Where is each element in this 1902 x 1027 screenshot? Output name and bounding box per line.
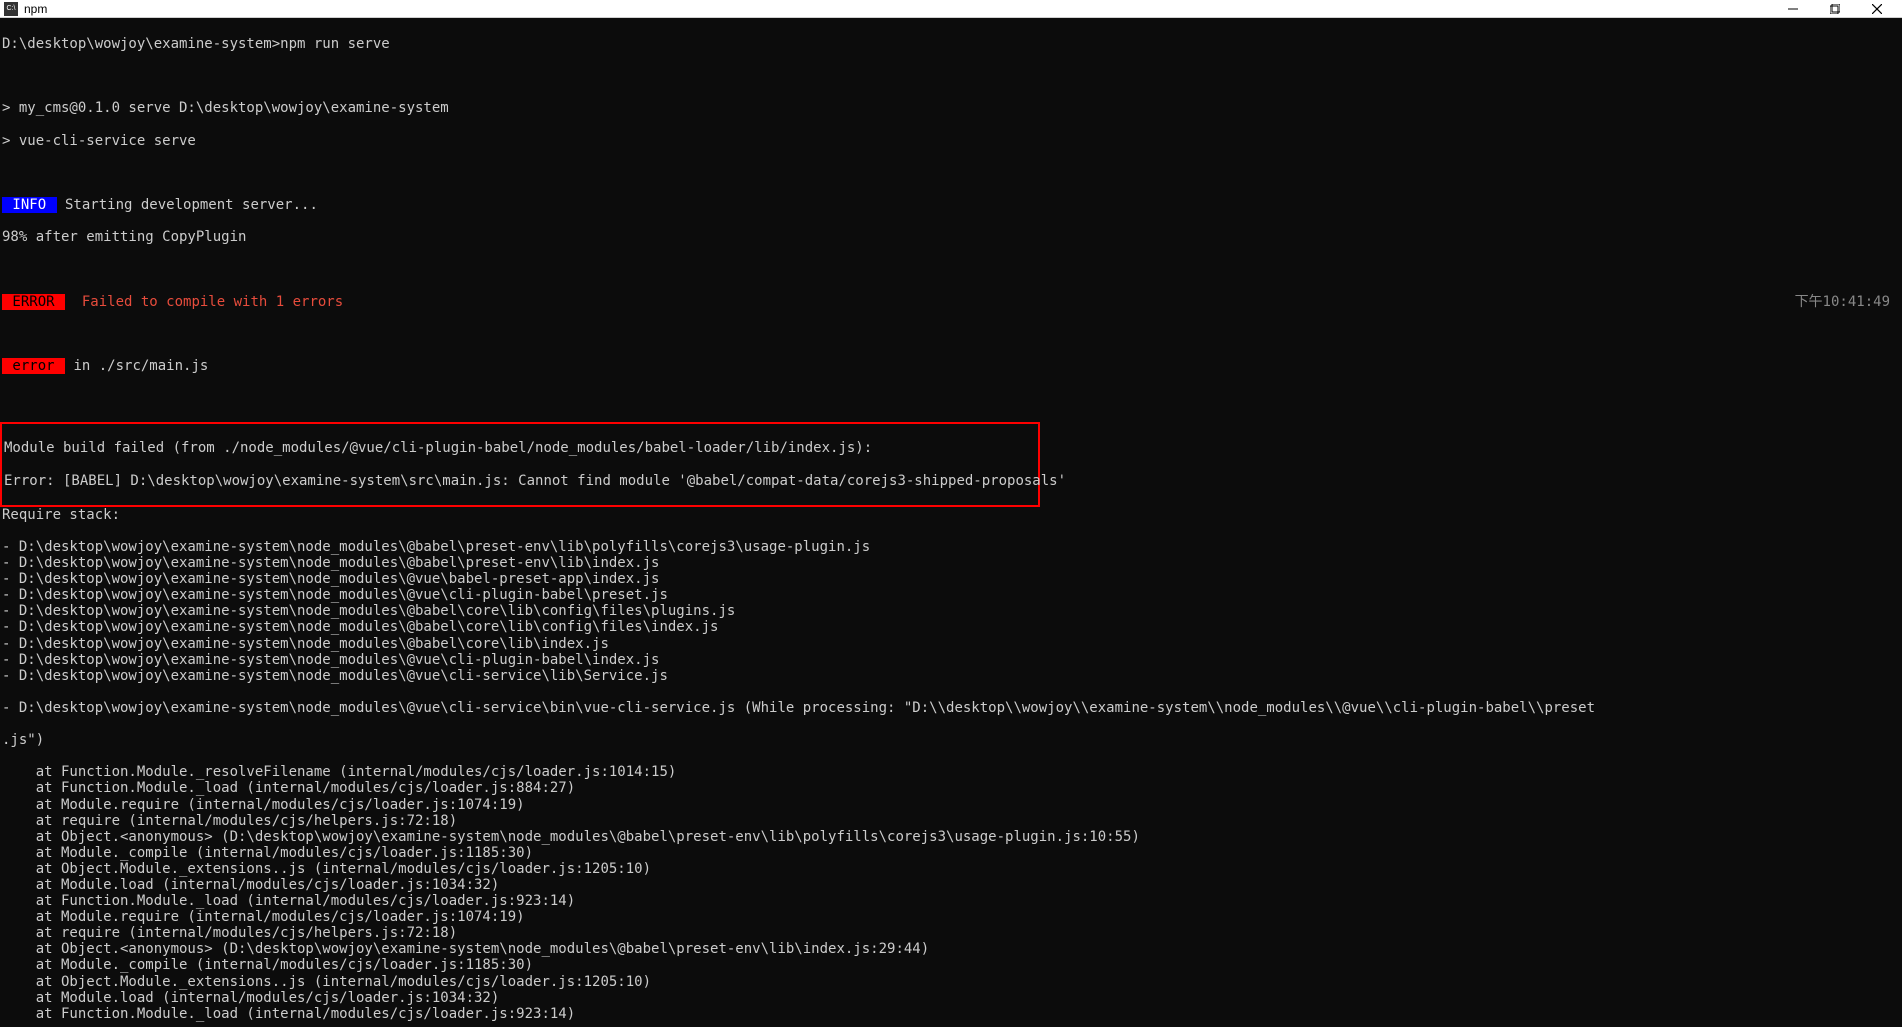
boxed-error-line: Module build failed (from ./node_modules… <box>4 440 1036 456</box>
trace-line: at Function.Module._resolveFilename (int… <box>0 764 1902 780</box>
trace-line: at Object.Module._extensions..js (intern… <box>0 861 1902 877</box>
close-icon <box>1872 4 1882 14</box>
stack-line: - D:\desktop\wowjoy\examine-system\node_… <box>0 587 1902 603</box>
boxed-error-line: Error: [BABEL] D:\desktop\wowjoy\examine… <box>4 473 1036 489</box>
stack-line: - D:\desktop\wowjoy\examine-system\node_… <box>0 700 1902 716</box>
output-line: > my_cms@0.1.0 serve D:\desktop\wowjoy\e… <box>0 100 1902 116</box>
window-controls <box>1778 1 1892 17</box>
stack-line: - D:\desktop\wowjoy\examine-system\node_… <box>0 571 1902 587</box>
error-file-text: in ./src/main.js <box>65 358 208 374</box>
trace-line: at Module.require (internal/modules/cjs/… <box>0 909 1902 925</box>
stack-line: .js") <box>0 732 1902 748</box>
trace-line: at Module.load (internal/modules/cjs/loa… <box>0 877 1902 893</box>
stack-trace-list: at Function.Module._resolveFilename (int… <box>0 764 1902 1022</box>
error-badge: ERROR <box>2 294 65 310</box>
terminal-output[interactable]: D:\desktop\wowjoy\examine-system>npm run… <box>0 18 1902 1027</box>
stack-line: - D:\desktop\wowjoy\examine-system\node_… <box>0 619 1902 635</box>
trace-line: at Object.<anonymous> (D:\desktop\wowjoy… <box>0 829 1902 845</box>
error-file-line: error in ./src/main.js <box>0 358 1902 374</box>
error-message: Failed to compile with 1 errors <box>65 294 343 310</box>
blank-line <box>0 165 1902 181</box>
stack-line: - D:\desktop\wowjoy\examine-system\node_… <box>0 555 1902 571</box>
blank-line <box>0 326 1902 342</box>
trace-line: at Function.Module._load (internal/modul… <box>0 780 1902 796</box>
trace-line: at Object.<anonymous> (D:\desktop\wowjoy… <box>0 941 1902 957</box>
stack-line: - D:\desktop\wowjoy\examine-system\node_… <box>0 652 1902 668</box>
window-title: npm <box>24 2 47 16</box>
blank-line <box>0 390 1902 406</box>
maximize-button[interactable] <box>1820 1 1850 17</box>
error-highlight-box: Module build failed (from ./node_modules… <box>0 422 1040 506</box>
error-badge: error <box>2 358 65 374</box>
window-titlebar: C:\ npm <box>0 0 1902 18</box>
stack-line: - D:\desktop\wowjoy\examine-system\node_… <box>0 603 1902 619</box>
info-badge: INFO <box>2 197 57 213</box>
info-line: INFO Starting development server... <box>0 197 1902 213</box>
error-line: ERROR Failed to compile with 1 errors 下午1… <box>0 294 1902 310</box>
trace-line: at Module.require (internal/modules/cjs/… <box>0 797 1902 813</box>
require-stack-header: Require stack: <box>0 507 1902 523</box>
stack-line: - D:\desktop\wowjoy\examine-system\node_… <box>0 668 1902 684</box>
progress-line: 98% after emitting CopyPlugin <box>0 229 1902 245</box>
blank-line <box>0 68 1902 84</box>
minimize-button[interactable] <box>1778 1 1808 17</box>
require-stack-list: - D:\desktop\wowjoy\examine-system\node_… <box>0 539 1902 684</box>
trace-line: at Function.Module._load (internal/modul… <box>0 1006 1902 1022</box>
trace-line: at Module.load (internal/modules/cjs/loa… <box>0 990 1902 1006</box>
blank-line <box>0 261 1902 277</box>
trace-line: at require (internal/modules/cjs/helpers… <box>0 925 1902 941</box>
app-icon: C:\ <box>4 2 18 16</box>
prompt-line: D:\desktop\wowjoy\examine-system>npm run… <box>0 36 1902 52</box>
titlebar-left: C:\ npm <box>4 2 47 16</box>
output-line: > vue-cli-service serve <box>0 133 1902 149</box>
stack-line: - D:\desktop\wowjoy\examine-system\node_… <box>0 539 1902 555</box>
trace-line: at require (internal/modules/cjs/helpers… <box>0 813 1902 829</box>
close-button[interactable] <box>1862 1 1892 17</box>
maximize-icon <box>1830 4 1840 14</box>
stack-line: - D:\desktop\wowjoy\examine-system\node_… <box>0 636 1902 652</box>
trace-line: at Object.Module._extensions..js (intern… <box>0 974 1902 990</box>
info-text: Starting development server... <box>57 197 318 213</box>
trace-line: at Module._compile (internal/modules/cjs… <box>0 957 1902 973</box>
trace-line: at Function.Module._load (internal/modul… <box>0 893 1902 909</box>
timestamp: 下午10:41:49 <box>1795 294 1890 310</box>
trace-line: at Module._compile (internal/modules/cjs… <box>0 845 1902 861</box>
minimize-icon <box>1788 4 1798 14</box>
